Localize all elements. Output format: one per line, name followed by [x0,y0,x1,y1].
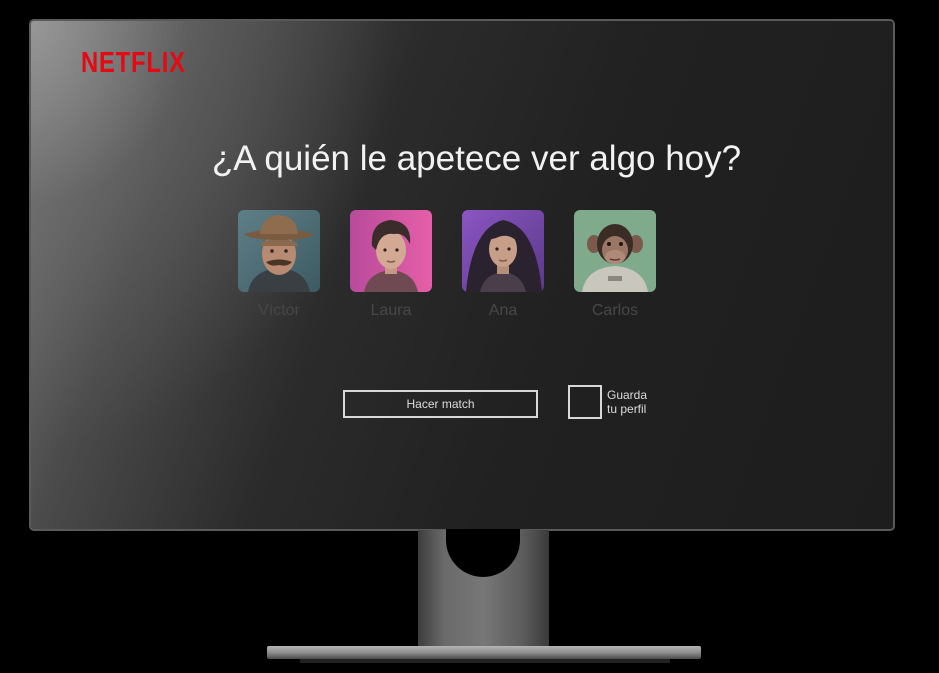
stand-cable-hole [446,529,520,577]
profile-ana[interactable]: Ana [462,210,546,320]
save-label-line1: Guarda [607,388,648,402]
page-title: ¿A quién le apetece ver algo hoy? [211,139,742,178]
profile-carlos[interactable]: Carlos [574,210,658,320]
profile-laura[interactable]: Laura [350,210,434,320]
netflix-logo: NETFLIX [81,47,186,79]
match-button[interactable]: Hacer match [343,390,538,418]
save-profile-checkbox[interactable] [568,385,602,419]
avatar-laura[interactable] [350,210,432,292]
save-label-line2: tu perfil [607,402,647,416]
profile-name: Laura [370,302,412,319]
profile-name: Víctor [258,302,300,319]
monitor-screen: NETFLIX ¿A quién le apetece ver algo hoy… [29,19,895,531]
profile-victor[interactable]: Víctor [238,210,322,320]
monitor-stand-neck [418,529,549,648]
monitor-stand-base [267,646,701,659]
save-profile-label: Guarda tu perfil [607,388,647,416]
avatar-ana[interactable] [462,210,544,292]
avatar-carlos[interactable] [574,210,656,292]
profile-list: Víctor Laura Ana Carlos [238,210,658,330]
stand-shadow [300,659,670,663]
profile-name: Carlos [591,302,639,319]
avatar-victor[interactable] [238,210,320,292]
profile-name: Ana [488,302,518,319]
